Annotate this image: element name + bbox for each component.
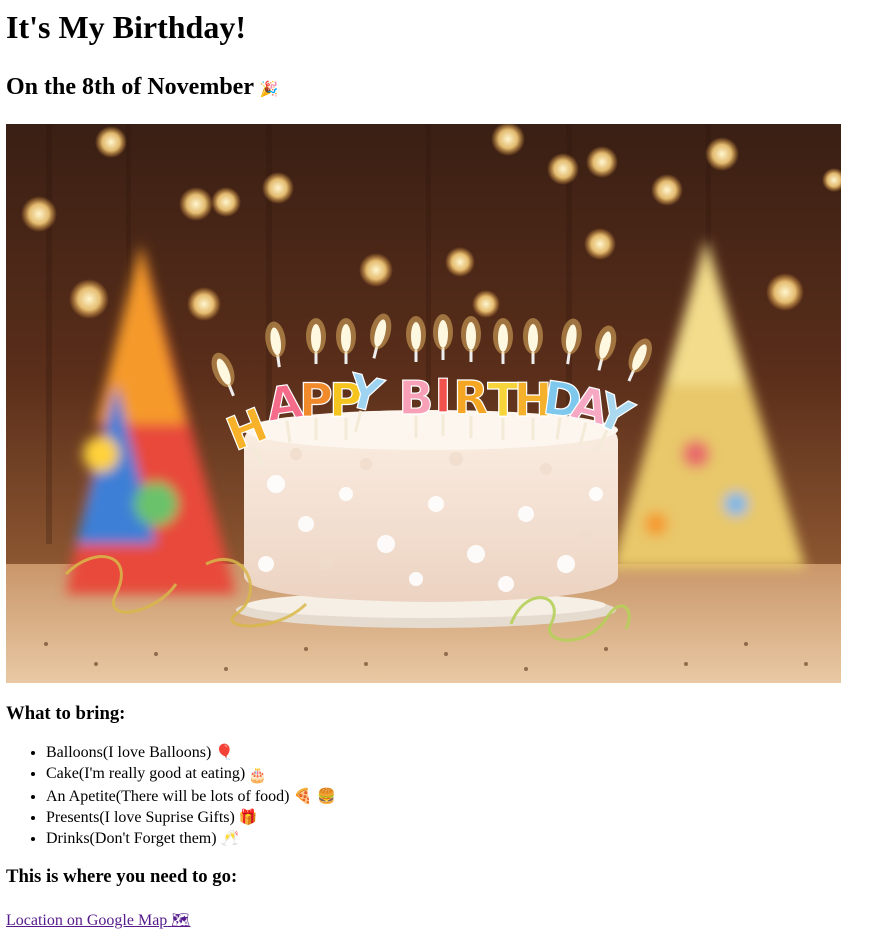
world-map-icon: 🗺 — [171, 911, 191, 929]
location-heading: This is where you need to go: — [6, 866, 238, 887]
bring-heading: What to bring: — [6, 703, 126, 724]
list-item: Cake(I'm really good at eating)🎂 — [46, 763, 878, 786]
clinking-glasses-icon: 🥂 — [220, 829, 240, 847]
cake-icon: 🎂 — [248, 766, 267, 784]
location-paragraph: Location on Google Map 🗺 — [6, 910, 878, 931]
subtitle-text: On the 8th of November — [6, 74, 254, 100]
page-subtitle: On the 8th of November 🎉 — [6, 73, 878, 103]
balloon-icon: 🎈 — [215, 743, 234, 761]
page-title: It's My Birthday! — [6, 9, 246, 45]
list-item: An Apetite(There will be lots of food) 🍕… — [46, 786, 878, 807]
google-map-link[interactable]: Location on Google Map 🗺 — [6, 911, 191, 929]
birthday-cake-image: HAPPY B I RTHDAY — [6, 124, 841, 683]
gift-icon: 🎁 — [238, 808, 258, 826]
list-item: Balloons(I love Balloons) 🎈 — [46, 742, 878, 763]
bring-list: Balloons(I love Balloons) 🎈 Cake(I'm rea… — [6, 742, 878, 849]
list-item: Drinks(Don't Forget them) 🥂 — [46, 828, 878, 849]
party-popper-icon: 🎉 — [259, 80, 279, 98]
list-item: Presents(I love Suprise Gifts) 🎁 — [46, 807, 878, 828]
pizza-burger-icon: 🍕 🍔 — [293, 787, 336, 805]
candle-letter: I — [433, 314, 453, 436]
